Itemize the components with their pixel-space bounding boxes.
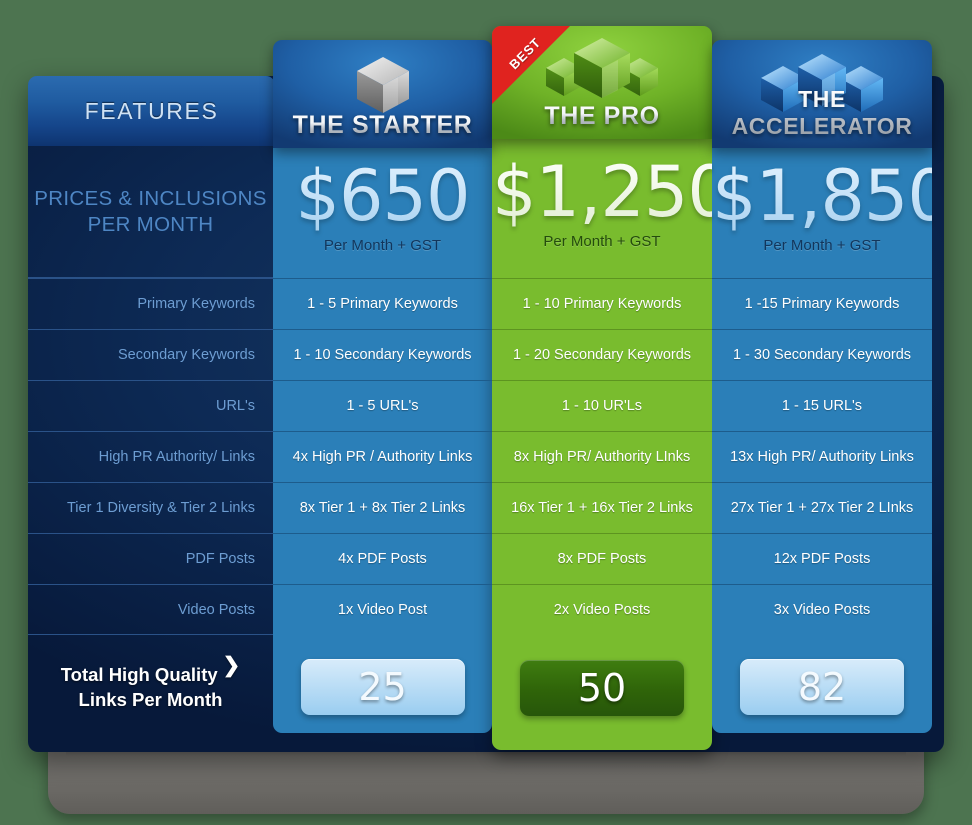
cell-pro: 8x High PR/ Authority LInks (492, 431, 712, 482)
totals-label-line1: Total High Quality (60, 663, 218, 685)
feature-label-row: High PR Authority/ Links (28, 431, 273, 482)
cell-pro: 1 - 20 Secondary Keywords (492, 329, 712, 380)
cell-pro: 1 - 10 UR'Ls (492, 380, 712, 431)
cell-accelerator: 13x High PR/ Authority Links (712, 431, 932, 482)
cell-accelerator: 1 - 30 Secondary Keywords (712, 329, 932, 380)
chevron-right-icon: ❯ (222, 653, 241, 677)
feature-label-row: PDF Posts (28, 533, 273, 584)
cell-starter: 1 - 5 URL's (273, 380, 492, 431)
totals-row-label: Total High Quality ❯ Links Per Month (28, 640, 273, 733)
total-cell-accelerator[interactable]: 82 (712, 640, 932, 733)
cell-accelerator: 1 - 15 URL's (712, 380, 932, 431)
cell-accelerator: 3x Video Posts (712, 584, 932, 635)
cell-pro: 2x Video Posts (492, 584, 712, 635)
features-header-label: FEATURES (84, 97, 219, 124)
cell-starter: 1 - 10 Secondary Keywords (273, 329, 492, 380)
feature-label-row: Tier 1 Diversity & Tier 2 Links (28, 482, 273, 533)
price-note-starter: Per Month + GST (323, 237, 442, 254)
prices-row-label: PRICES & INCLUSIONS PER MONTH (28, 147, 273, 278)
price-cell-accelerator: $1,850 Per Month + GST (712, 147, 952, 278)
plan-name-starter: THE STARTER (273, 111, 492, 140)
price-note-accelerator: Per Month + GST (763, 237, 881, 254)
plan-name-pro: THE PRO (492, 102, 712, 131)
prices-label-line1: PRICES & INCLUSIONS (34, 186, 267, 210)
price-note-pro: Per Month + GST (543, 233, 661, 250)
cell-accelerator: 27x Tier 1 + 27x Tier 2 LInks (712, 482, 932, 533)
feature-label-column: Primary Keywords Secondary Keywords URL's H… (28, 278, 273, 635)
price-amount-accelerator: $1,850 (712, 147, 952, 231)
total-value-accelerator[interactable]: 82 (740, 658, 904, 715)
price-amount-starter: $650 (273, 147, 492, 231)
price-cell-pro: $1,250 Per Month + GST (492, 139, 732, 278)
feature-label-row: Secondary Keywords (28, 329, 273, 380)
features-header-tab: FEATURES (28, 76, 275, 146)
feature-label-row: URL's (28, 380, 273, 431)
cell-starter: 4x High PR / Authority Links (273, 431, 492, 482)
total-cell-pro[interactable]: 50 (492, 638, 712, 738)
plan-name-accelerator: THE ACCELERATOR (712, 86, 932, 140)
total-value-starter[interactable]: 25 (300, 658, 465, 715)
cell-starter: 4x PDF Posts (273, 533, 492, 584)
feature-label-row: Video Posts (28, 584, 273, 635)
pedestal-shadow (48, 742, 924, 814)
cell-starter: 1 - 5 Primary Keywords (273, 278, 492, 329)
price-cell-starter: $650 Per Month + GST (273, 147, 492, 278)
cell-pro: 16x Tier 1 + 16x Tier 2 Links (492, 482, 712, 533)
totals-label-line2: Links Per Month (78, 689, 223, 711)
prices-label-line2: PER MONTH (87, 213, 214, 236)
cell-starter: 8x Tier 1 + 8x Tier 2 Links (273, 482, 492, 533)
price-amount-pro: $1,250 (492, 139, 732, 227)
feature-label-row: Primary Keywords (28, 278, 273, 329)
single-silver-cube-icon (273, 48, 492, 116)
cell-starter: 1x Video Post (273, 584, 492, 635)
total-value-pro[interactable]: 50 (520, 660, 684, 716)
triple-green-cube-icon (492, 34, 712, 102)
cell-pro: 1 - 10 Primary Keywords (492, 278, 712, 329)
plan-header-starter[interactable]: THE STARTER (273, 40, 492, 148)
cell-accelerator: 12x PDF Posts (712, 533, 932, 584)
plan-header-pro[interactable]: BEST THE PRO (492, 26, 712, 139)
cell-pro: 8x PDF Posts (492, 533, 712, 584)
total-cell-starter[interactable]: 25 (273, 640, 492, 733)
cell-accelerator: 1 -15 Primary Keywords (712, 278, 932, 329)
plan-header-accelerator[interactable]: THE ACCELERATOR (712, 40, 932, 148)
